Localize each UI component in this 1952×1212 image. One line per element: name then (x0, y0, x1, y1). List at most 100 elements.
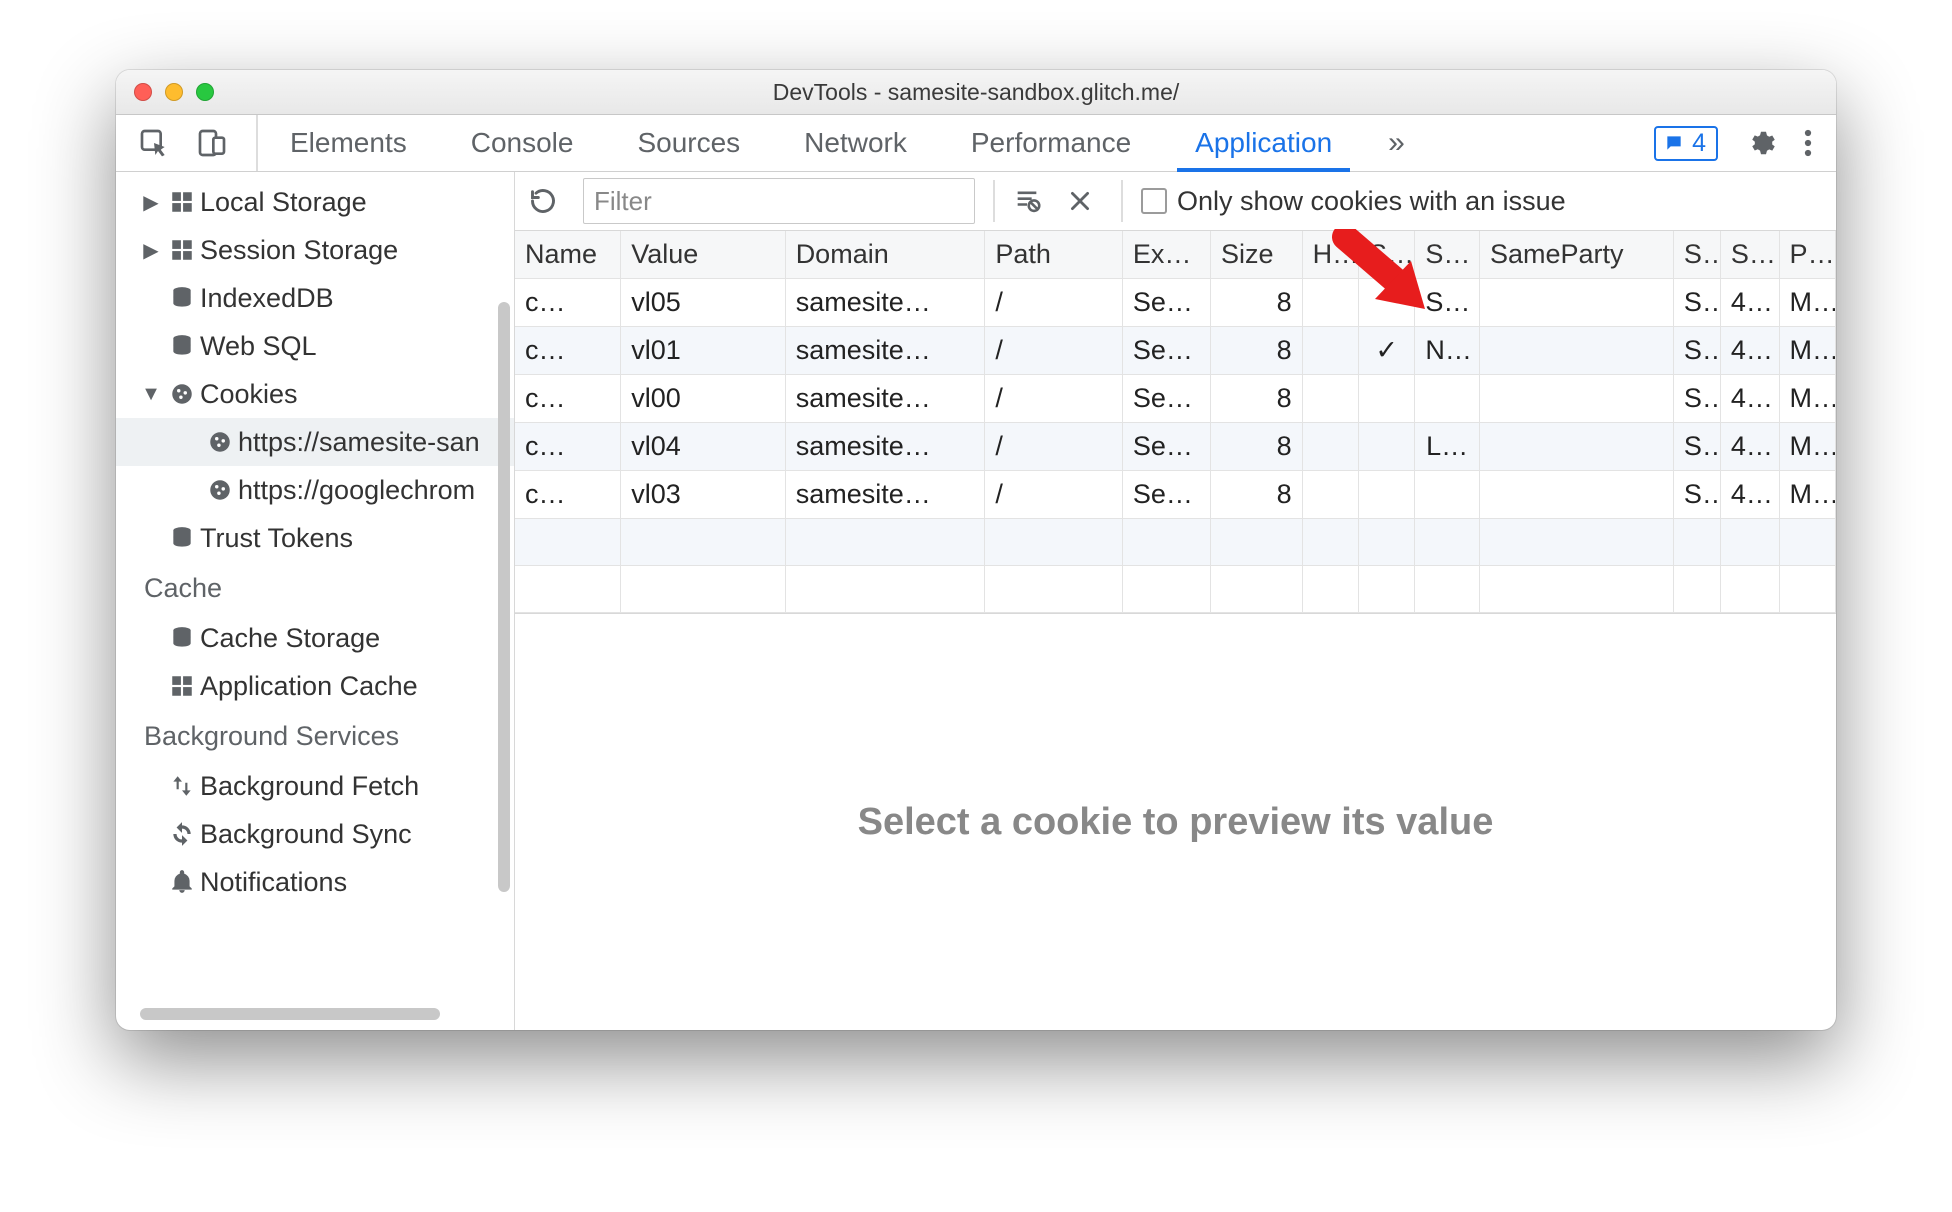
col-size[interactable]: Size (1210, 231, 1302, 279)
tab-elements[interactable]: Elements (258, 115, 439, 171)
sidebar-item-indexeddb[interactable]: IndexedDB (116, 274, 514, 322)
table-row[interactable]: c…vl03samesite…/Se…8S..4…M… (515, 471, 1836, 519)
sidebar-item-cookie-origin-samesite[interactable]: https://samesite-san (116, 418, 514, 466)
sidebar-item-local-storage[interactable]: ▶ Local Storage (116, 178, 514, 226)
tab-application[interactable]: Application (1163, 115, 1364, 171)
table-cell: M… (1779, 375, 1835, 423)
col-name[interactable]: Name (515, 231, 621, 279)
sidebar-item-cookies[interactable]: ▼ Cookies (116, 370, 514, 418)
cookie-icon (202, 429, 238, 455)
table-cell: S.. (1673, 279, 1720, 327)
sidebar-item-websql[interactable]: Web SQL (116, 322, 514, 370)
col-domain[interactable]: Domain (785, 231, 985, 279)
col-expires[interactable]: Ex… (1122, 231, 1210, 279)
inspect-icon[interactable] (138, 127, 170, 159)
table-cell: vl00 (621, 375, 785, 423)
col-value[interactable]: Value (621, 231, 785, 279)
table-cell (1479, 519, 1673, 566)
table-cell (1302, 566, 1358, 613)
col-priority[interactable]: P… (1779, 231, 1835, 279)
application-sidebar: ▶ Local Storage ▶ Session Storage Indexe… (116, 172, 515, 1030)
cookies-toolbar: Filter Only show cookies with an issue (515, 172, 1836, 231)
sidebar-item-label: https://googlechrom (238, 475, 475, 506)
table-cell: 8 (1210, 423, 1302, 471)
tab-sources[interactable]: Sources (605, 115, 772, 171)
device-toolbar-icon[interactable] (196, 127, 228, 159)
table-cell (1779, 519, 1835, 566)
issues-button[interactable]: 4 (1654, 126, 1718, 161)
table-cell (1415, 519, 1480, 566)
filter-input[interactable]: Filter (583, 178, 975, 224)
sidebar-item-cookie-origin-googlechrome[interactable]: https://googlechrom (116, 466, 514, 514)
table-cell: 4… (1720, 471, 1779, 519)
clear-filtered-button[interactable] (1013, 187, 1049, 215)
cookie-icon (202, 477, 238, 503)
grid-icon (164, 189, 200, 215)
sidebar-item-notifications[interactable]: Notifications (116, 858, 514, 906)
table-cell: ✓ (1358, 327, 1414, 375)
table-cell: S.. (1673, 375, 1720, 423)
more-tabs-icon[interactable]: » (1364, 115, 1429, 171)
sidebar-item-label: Session Storage (200, 235, 398, 266)
table-cell (1302, 519, 1358, 566)
table-cell (621, 519, 785, 566)
table-cell: M… (1779, 423, 1835, 471)
sidebar-item-cache-storage[interactable]: Cache Storage (116, 614, 514, 662)
checkbox-icon (1141, 188, 1167, 214)
col-s4[interactable]: S… (1720, 231, 1779, 279)
table-row[interactable]: c…vl04samesite…/Se…8L…S..4…M… (515, 423, 1836, 471)
col-samesite[interactable]: S… (1415, 231, 1480, 279)
scrollbar-horizontal[interactable] (140, 1008, 440, 1020)
table-cell (1720, 519, 1779, 566)
table-row[interactable]: c…vl05samesite…/Se…8S…S..4…M… (515, 279, 1836, 327)
sidebar-item-label: Background Fetch (200, 771, 419, 802)
sidebar-item-application-cache[interactable]: Application Cache (116, 662, 514, 710)
scrollbar-vertical[interactable] (498, 302, 510, 892)
tab-network[interactable]: Network (772, 115, 939, 171)
table-cell (1673, 566, 1720, 613)
table-row[interactable]: c…vl01samesite…/Se…8✓N…S..4…M… (515, 327, 1836, 375)
col-secure[interactable]: S… (1358, 231, 1414, 279)
table-cell: Se… (1122, 375, 1210, 423)
col-httponly[interactable]: H… (1302, 231, 1358, 279)
sync-icon (164, 821, 200, 847)
sidebar-item-session-storage[interactable]: ▶ Session Storage (116, 226, 514, 274)
col-sameparty[interactable]: SameParty (1479, 231, 1673, 279)
sidebar-item-label: https://samesite-san (238, 427, 480, 458)
table-cell: vl05 (621, 279, 785, 327)
table-cell (1122, 566, 1210, 613)
table-row[interactable]: c…vl00samesite…/Se…8S..4…M… (515, 375, 1836, 423)
col-path[interactable]: Path (985, 231, 1122, 279)
issues-icon (1664, 133, 1684, 153)
table-cell: 8 (1210, 279, 1302, 327)
table-cell (1358, 423, 1414, 471)
table-cell: Se… (1122, 423, 1210, 471)
table-cell (985, 566, 1122, 613)
cookie-icon (164, 381, 200, 407)
table-cell: Se… (1122, 471, 1210, 519)
table-cell (1479, 423, 1673, 471)
tab-console[interactable]: Console (439, 115, 606, 171)
table-row (515, 566, 1836, 613)
grid-icon (164, 237, 200, 263)
table-cell: c… (515, 327, 621, 375)
settings-icon[interactable] (1746, 128, 1776, 158)
sidebar-section-cache: Cache (116, 562, 514, 614)
tab-performance[interactable]: Performance (939, 115, 1163, 171)
table-cell: N… (1415, 327, 1480, 375)
grid-icon (164, 673, 200, 699)
only-issues-checkbox[interactable]: Only show cookies with an issue (1141, 186, 1566, 217)
sidebar-item-background-sync[interactable]: Background Sync (116, 810, 514, 858)
clear-all-button[interactable] (1067, 188, 1103, 214)
more-menu-icon[interactable] (1804, 128, 1812, 158)
table-cell: c… (515, 279, 621, 327)
sidebar-item-trust-tokens[interactable]: Trust Tokens (116, 514, 514, 562)
sidebar-item-label: Application Cache (200, 671, 418, 702)
chevron-right-icon: ▶ (138, 190, 164, 215)
col-s3[interactable]: S.. (1673, 231, 1720, 279)
table-cell: S.. (1673, 327, 1720, 375)
sidebar-item-background-fetch[interactable]: Background Fetch (116, 762, 514, 810)
table-cell (621, 566, 785, 613)
refresh-button[interactable] (529, 187, 565, 215)
table-cell (1415, 471, 1480, 519)
